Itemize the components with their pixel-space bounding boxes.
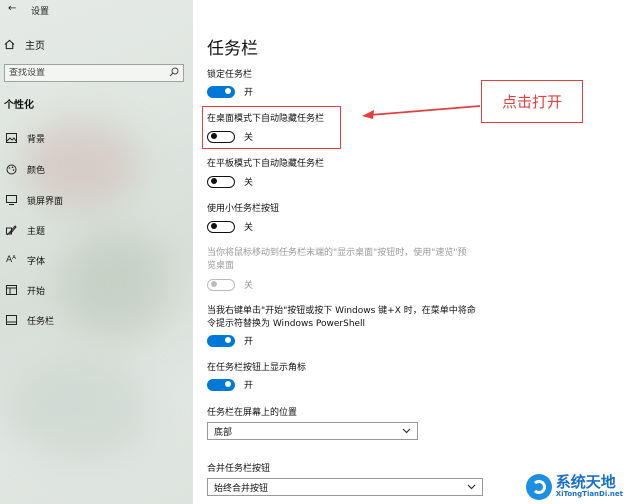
autohide-tablet-toggle[interactable] <box>207 175 235 188</box>
watermark-text: 系统天地 XiTongTianDi.net <box>556 475 623 498</box>
sidebar-item-label: 背景 <box>27 134 46 145</box>
sidebar-item-label: 锁屏界面 <box>27 196 64 207</box>
badges-toggle[interactable] <box>207 378 235 391</box>
watermark-logo-icon <box>525 474 552 500</box>
background-blur <box>10 360 150 460</box>
brush-icon <box>4 223 18 237</box>
combine-value: 始终合并按钮 <box>214 483 269 494</box>
lock-taskbar-toggle[interactable] <box>207 85 235 98</box>
sidebar-item-label: 开始 <box>27 286 46 297</box>
setting-label-powershell-line2: 令提示符替换为 Windows PowerShell <box>207 319 366 329</box>
position-dropdown[interactable]: 底部 <box>207 422 418 440</box>
powershell-toggle[interactable] <box>207 334 235 347</box>
setting-label-peek-line1: 当你将鼠标移动到任务栏末端的"显示桌面"按钮时，使用"速览"预 <box>207 248 467 258</box>
sidebar: ← 设置 主页 个性化 背景 颜色 锁屏界面 <box>0 0 193 504</box>
toggle-state-text: 开 <box>244 337 254 347</box>
setting-label-powershell-line1: 当我右键单击"开始"按钮或按下 Windows 键+X 时，在菜单中将命 <box>207 306 476 316</box>
peek-toggle <box>207 278 235 291</box>
setting-badges: 开 <box>207 378 253 391</box>
watermark-en: XiTongTianDi.net <box>555 490 623 499</box>
sidebar-item-colors[interactable]: 颜色 <box>4 161 174 177</box>
setting-autohide-tablet: 关 <box>207 175 253 188</box>
toggle-state-text: 关 <box>244 281 254 291</box>
watermark: 系统天地 XiTongTianDi.net <box>525 474 623 500</box>
toggle-knob <box>225 337 231 343</box>
toggle-knob <box>211 223 217 229</box>
toggle-knob <box>211 178 217 184</box>
sidebar-item-label: 主题 <box>27 226 46 237</box>
search-input[interactable] <box>9 68 159 78</box>
annotation-arrow <box>362 105 481 119</box>
sidebar-item-label: 颜色 <box>27 165 46 176</box>
position-label: 任务栏在屏幕上的位置 <box>207 408 298 418</box>
toggle-knob <box>225 381 231 387</box>
setting-label-lock-taskbar: 锁定任务栏 <box>207 70 253 80</box>
sidebar-item-fonts[interactable]: Aᴬ 字体 <box>4 252 174 268</box>
callout-text: 点击打开 <box>501 93 562 111</box>
nav-home[interactable]: 主页 <box>4 37 45 52</box>
start-menu-icon <box>4 283 18 297</box>
toggle-state-text: 开 <box>244 88 254 98</box>
setting-label-small-buttons: 使用小任务栏按钮 <box>207 204 280 214</box>
lock-screen-icon <box>4 193 18 207</box>
setting-powershell: 开 <box>207 334 253 347</box>
toggle-state-text: 关 <box>244 178 254 188</box>
section-title: 个性化 <box>4 100 34 111</box>
app-title: 设置 <box>31 7 50 17</box>
setting-label-autohide-tablet: 在平板模式下自动隐藏任务栏 <box>207 159 325 169</box>
taskbar-icon <box>4 313 18 327</box>
sidebar-item-lock-screen[interactable]: 锁屏界面 <box>4 192 174 208</box>
toggle-knob <box>211 281 217 287</box>
sidebar-item-themes[interactable]: 主题 <box>4 222 174 238</box>
image-icon <box>4 131 18 145</box>
page-title: 任务栏 <box>207 39 258 59</box>
sidebar-item-background[interactable]: 背景 <box>4 130 174 146</box>
sidebar-item-start[interactable]: 开始 <box>4 282 174 298</box>
combine-dropdown[interactable]: 始终合并按钮 <box>207 478 483 496</box>
annotation-highlight-box <box>202 106 341 149</box>
setting-label-badges: 在任务栏按钮上显示角标 <box>207 363 307 373</box>
setting-small-buttons: 关 <box>207 220 253 233</box>
home-label: 主页 <box>25 41 45 52</box>
setting-peek: 关 <box>207 278 253 291</box>
search-icon[interactable] <box>169 67 179 80</box>
search-box[interactable] <box>4 64 184 82</box>
chevron-down-icon <box>402 427 411 436</box>
toggle-state-text: 开 <box>244 381 254 391</box>
watermark-cn: 系统天地 <box>555 473 616 492</box>
back-arrow-icon[interactable]: ← <box>8 3 16 14</box>
sidebar-item-label: 字体 <box>27 256 46 267</box>
combine-label: 合并任务栏按钮 <box>207 464 271 474</box>
setting-label-peek-line2: 览桌面 <box>207 261 235 271</box>
toggle-state-text: 关 <box>244 223 254 233</box>
sidebar-item-label: 任务栏 <box>27 316 55 327</box>
setting-lock-taskbar: 开 <box>207 85 253 98</box>
position-value: 底部 <box>214 427 233 438</box>
chevron-down-icon <box>467 483 476 492</box>
small-buttons-toggle[interactable] <box>207 220 235 233</box>
home-icon <box>4 39 15 50</box>
toggle-knob <box>225 88 231 94</box>
sidebar-item-taskbar[interactable]: 任务栏 <box>4 312 174 328</box>
main-panel: 任务栏 锁定任务栏 开 在桌面模式下自动隐藏任务栏 关 在平板模式下自动隐藏任务… <box>193 0 629 504</box>
font-icon: Aᴬ <box>5 255 17 265</box>
palette-icon <box>4 162 18 176</box>
annotation-callout: 点击打开 <box>481 80 583 123</box>
